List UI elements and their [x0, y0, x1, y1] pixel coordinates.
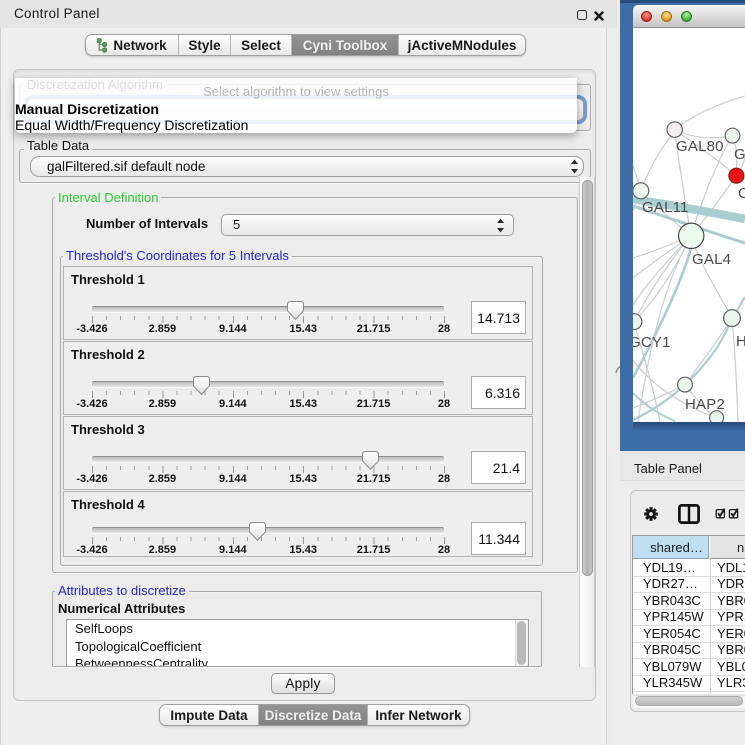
svg-text:GCY1: GCY1	[633, 334, 671, 351]
svg-text:GA: GA	[734, 146, 745, 163]
svg-text:GAL4: GAL4	[692, 251, 731, 268]
svg-text:C: C	[738, 185, 745, 202]
svg-text:GAL80: GAL80	[676, 138, 724, 155]
svg-text:HAP2: HAP2	[685, 396, 725, 413]
svg-text:H: H	[736, 333, 745, 350]
svg-text:GAL11: GAL11	[642, 199, 689, 216]
